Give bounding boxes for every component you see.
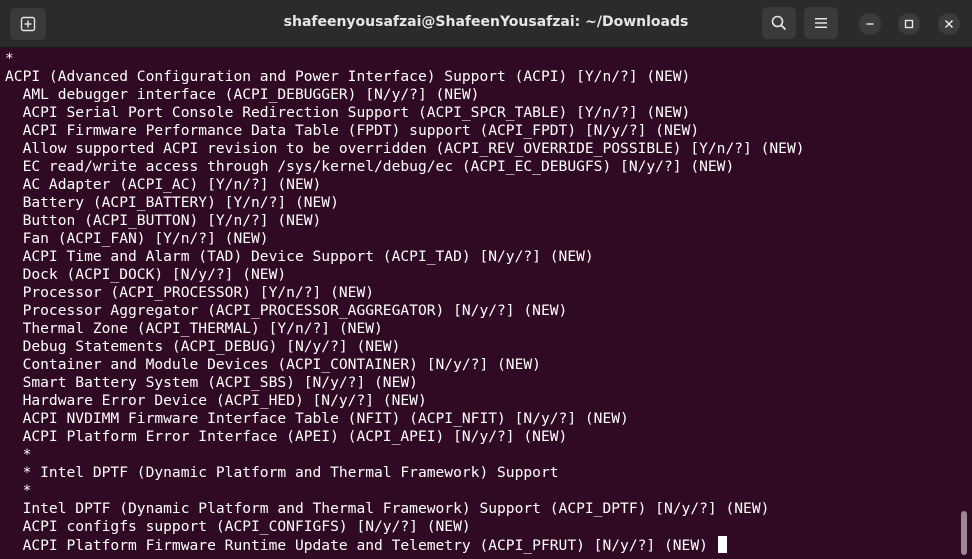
terminal-line: ACPI (Advanced Configuration and Power I… xyxy=(5,68,691,85)
terminal-line: Processor (ACPI_PROCESSOR) [Y/n/?] (NEW) xyxy=(5,284,375,301)
search-icon xyxy=(771,15,787,31)
terminal-line: Container and Module Devices (ACPI_CONTA… xyxy=(5,356,541,373)
terminal-line: Thermal Zone (ACPI_THERMAL) [Y/n/?] (NEW… xyxy=(5,320,383,337)
minimize-icon xyxy=(866,23,874,25)
terminal-line: Hardware Error Device (ACPI_HED) [N/y/?]… xyxy=(5,392,427,409)
maximize-icon xyxy=(904,19,914,29)
minimize-button[interactable] xyxy=(859,13,881,35)
search-button[interactable] xyxy=(762,7,796,39)
terminal-line: ACPI Serial Port Console Redirection Sup… xyxy=(5,104,691,121)
terminal-line: Debug Statements (ACPI_DEBUG) [N/y/?] (N… xyxy=(5,338,401,355)
maximize-button[interactable] xyxy=(898,13,920,35)
terminal-line: EC read/write access through /sys/kernel… xyxy=(5,158,735,175)
terminal-line: AML debugger interface (ACPI_DEBUGGER) [… xyxy=(5,86,480,103)
terminal-line: Smart Battery System (ACPI_SBS) [N/y/?] … xyxy=(5,374,418,391)
hamburger-menu-icon xyxy=(815,18,827,28)
scrollbar-thumb[interactable] xyxy=(961,511,967,555)
terminal-prompt-line: ACPI Platform Firmware Runtime Update an… xyxy=(5,536,727,554)
terminal-line: * Intel DPTF (Dynamic Platform and Therm… xyxy=(5,464,559,481)
window-title: shafeenyousafzai@ShafeenYousafzai: ~/Dow… xyxy=(283,14,689,30)
terminal-line: Allow supported ACPI revision to be over… xyxy=(5,140,805,157)
terminal-line: ACPI configfs support (ACPI_CONFIGFS) [N… xyxy=(5,518,471,535)
close-icon xyxy=(944,19,954,29)
terminal-line: Processor Aggregator (ACPI_PROCESSOR_AGG… xyxy=(5,302,568,319)
terminal-line: * xyxy=(5,446,32,463)
terminal-line: Button (ACPI_BUTTON) [Y/n/?] (NEW) xyxy=(5,212,322,229)
close-button[interactable] xyxy=(938,13,960,35)
terminal-line: Battery (ACPI_BATTERY) [Y/n/?] (NEW) xyxy=(5,194,339,211)
terminal-line: * xyxy=(5,482,32,499)
titlebar: shafeenyousafzai@ShafeenYousafzai: ~/Dow… xyxy=(0,0,972,48)
terminal-line: ACPI Time and Alarm (TAD) Device Support… xyxy=(5,248,594,265)
terminal-line: ACPI Firmware Performance Data Table (FP… xyxy=(5,122,700,139)
new-tab-button[interactable] xyxy=(10,8,46,40)
terminal-output[interactable]: * ACPI (Advanced Configuration and Power… xyxy=(0,48,960,559)
menu-button[interactable] xyxy=(804,7,838,39)
terminal-line: * xyxy=(5,50,14,67)
terminal-line: Intel DPTF (Dynamic Platform and Thermal… xyxy=(5,500,770,517)
terminal-window: shafeenyousafzai@ShafeenYousafzai: ~/Dow… xyxy=(0,0,972,559)
new-tab-icon xyxy=(20,16,36,32)
terminal-line: Dock (ACPI_DOCK) [N/y/?] (NEW) xyxy=(5,266,287,283)
text-cursor xyxy=(717,536,727,553)
terminal-line: Fan (ACPI_FAN) [Y/n/?] (NEW) xyxy=(5,230,269,247)
terminal-line: ACPI Platform Error Interface (APEI) (AC… xyxy=(5,428,568,445)
terminal-line: AC Adapter (ACPI_AC) [Y/n/?] (NEW) xyxy=(5,176,322,193)
terminal-line: ACPI NVDIMM Firmware Interface Table (NF… xyxy=(5,410,629,427)
terminal-line-text: ACPI Platform Firmware Runtime Update an… xyxy=(5,537,717,554)
